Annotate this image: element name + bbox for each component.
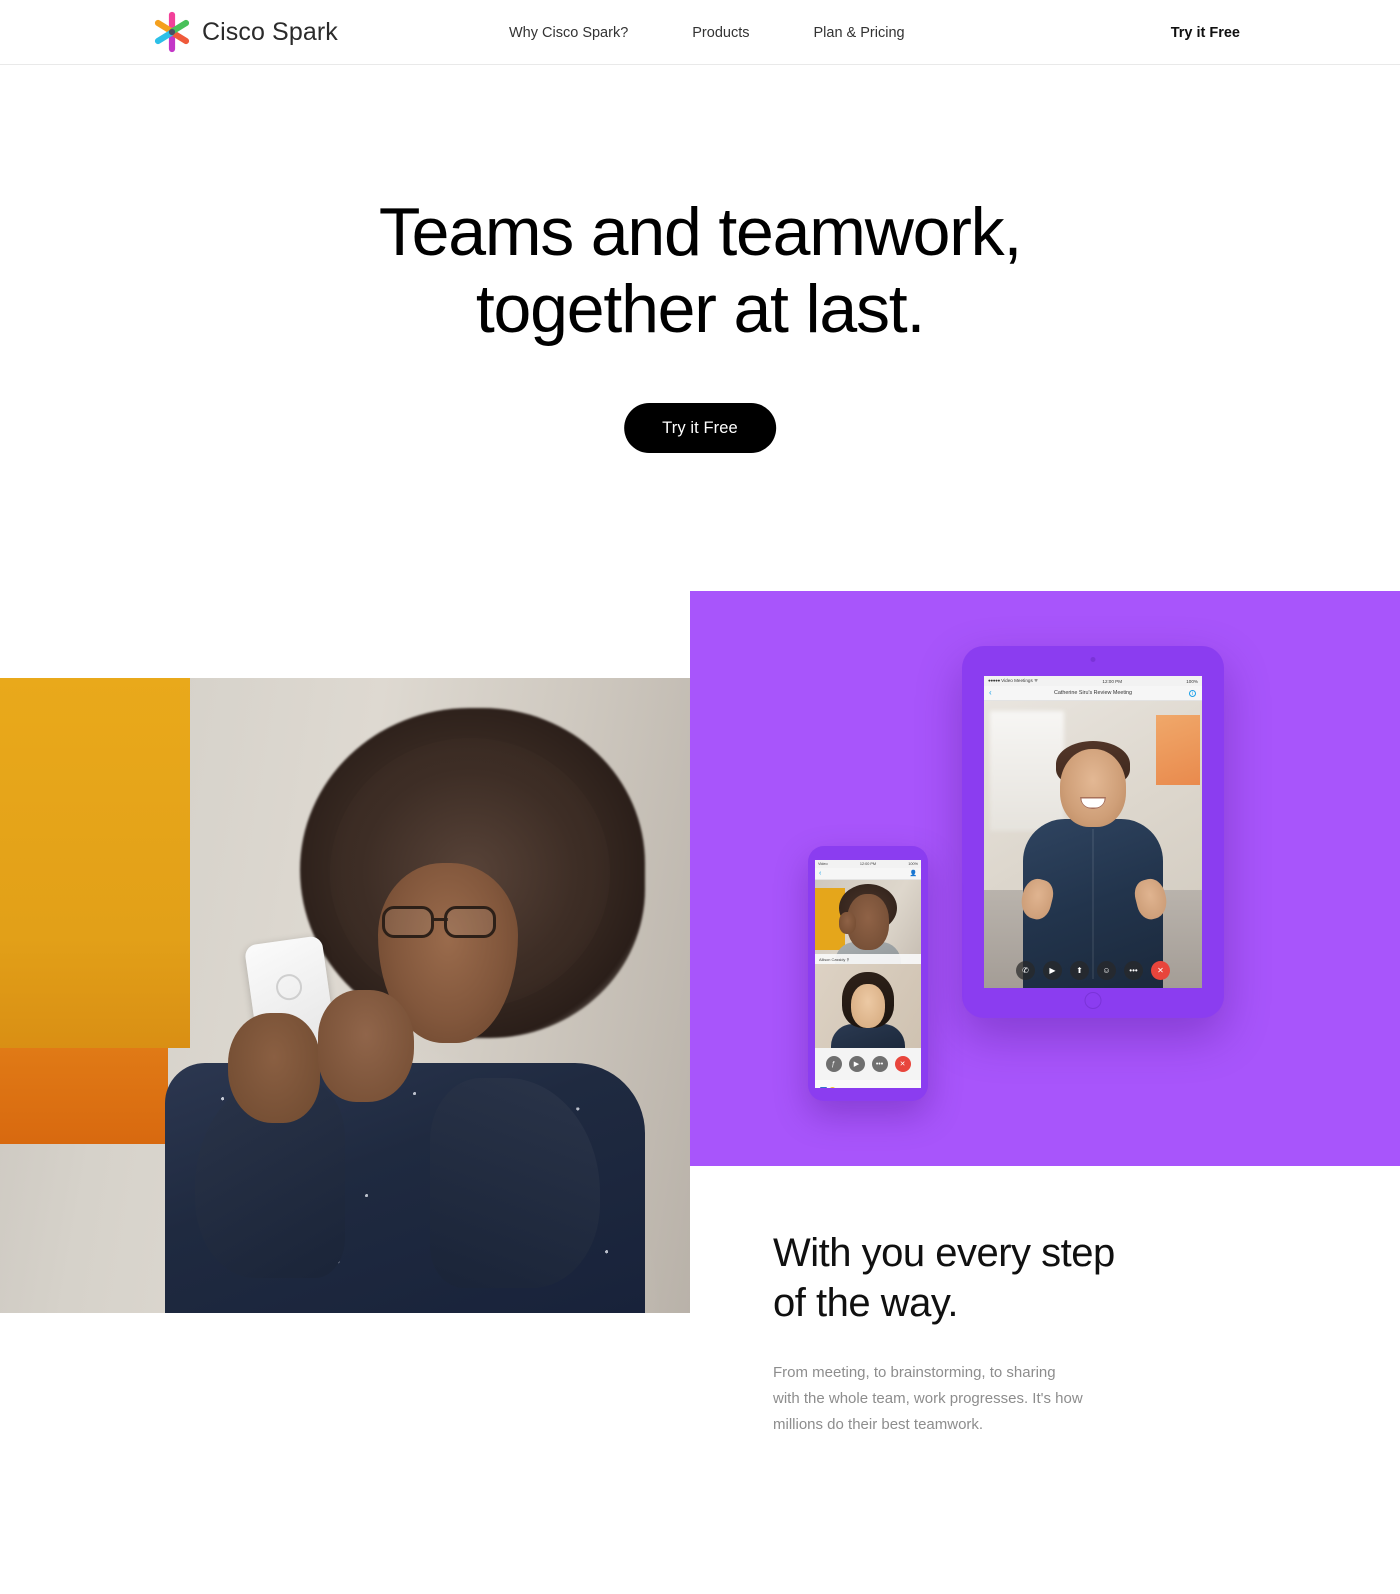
phone-navigation-bar: ‹ 👤 xyxy=(815,868,921,880)
tablet-status-bar: ●●●●● Video Meetings ᯤ 12:00 PM 100% xyxy=(984,676,1202,686)
video-background-wall-art xyxy=(1156,715,1200,785)
phone-back-chevron-left-icon[interactable]: ‹ xyxy=(819,869,821,879)
devices-purple-panel: ●●●●● Video Meetings ᯤ 12:00 PM 100% ‹ C… xyxy=(690,591,1400,1166)
hero-heading-line-2: together at last. xyxy=(475,271,926,347)
tablet-info-circle-icon[interactable]: i xyxy=(1189,689,1196,697)
tablet-video-camera-icon[interactable]: ▶ xyxy=(1043,961,1062,980)
phone-footer-app-icon-yellow xyxy=(829,1086,836,1088)
phone-footer-bar: Work with Spark and Technology xyxy=(815,1080,921,1088)
phone-participant-name: Allison Cassidy xyxy=(819,956,846,962)
page-title: Teams and teamwork, together at last. xyxy=(0,194,1400,348)
phone-status-time: 12:00 PM xyxy=(859,862,877,866)
tablet-carrier-label: Video Meetings xyxy=(1001,678,1033,683)
phone-participant-name-row: Allison Cassidy ⚲ xyxy=(815,954,921,964)
primary-navigation: Why Cisco Spark? Products Plan & Pricing xyxy=(509,0,905,65)
signal-dots-icon: ●●●●● xyxy=(988,678,1000,683)
tablet-status-left: ●●●●● Video Meetings ᯤ xyxy=(988,678,1038,684)
woman-with-phone-photo xyxy=(0,678,690,1313)
video-background-window xyxy=(990,711,1064,831)
photo-subject-right-hand xyxy=(318,990,414,1102)
wifi-icon: ᯤ xyxy=(1034,678,1039,683)
photo-subject-left-hand xyxy=(228,1013,320,1123)
brand-logo-link[interactable]: Cisco Spark xyxy=(152,11,338,53)
photo-orange-wall-panel xyxy=(0,1048,168,1144)
tablet-navigation-bar: ‹ Catherine Siru's Review Meeting i xyxy=(984,686,1202,701)
site-header: Cisco Spark Why Cisco Spark? Products Pl… xyxy=(0,0,1400,65)
phone-end-call-icon[interactable]: ✕ xyxy=(894,1056,911,1072)
tablet-screen: ●●●●● Video Meetings ᯤ 12:00 PM 100% ‹ C… xyxy=(984,676,1202,988)
header-try-it-free-link[interactable]: Try it Free xyxy=(1171,25,1240,41)
brand-name: Cisco Spark xyxy=(202,17,338,46)
video-participant-head xyxy=(1060,749,1126,827)
tablet-share-upload-icon[interactable]: ⬆ xyxy=(1070,961,1089,980)
hero-section: Teams and teamwork, together at last. Tr… xyxy=(0,65,1400,595)
phone-call-controls: ƒ ▶ ••• ✕ xyxy=(815,1048,921,1080)
phone-video-camera-icon[interactable]: ▶ xyxy=(848,1056,865,1072)
phone-status-bar: Video 12:00 PM 100% xyxy=(815,860,921,868)
tablet-mockup: ●●●●● Video Meetings ᯤ 12:00 PM 100% ‹ C… xyxy=(962,646,1224,1018)
phone-mic-icon[interactable]: ƒ xyxy=(825,1056,842,1072)
tile2-participant-face xyxy=(851,984,885,1028)
hero-heading-line-1: Teams and teamwork, xyxy=(378,194,1023,270)
feature-heading-line-1: With you every step xyxy=(773,1231,1115,1275)
phone-footer-app-icon-blue xyxy=(820,1086,827,1088)
tablet-end-call-icon[interactable]: ✕ xyxy=(1151,961,1170,980)
tablet-phone-icon[interactable]: ✆ xyxy=(1016,961,1035,980)
tablet-camera-icon xyxy=(1090,657,1096,662)
nav-item-products[interactable]: Products xyxy=(692,25,749,41)
phone-people-icon[interactable]: 👤 xyxy=(910,870,917,878)
photo-yellow-wall-panel xyxy=(0,678,190,1048)
phone-participant-tile-2 xyxy=(815,964,921,1048)
spark-asterisk-logo-icon xyxy=(152,11,192,53)
header-cta-wrap: Try it Free xyxy=(1171,0,1240,65)
tablet-home-button xyxy=(1084,992,1102,1009)
nav-item-plan-pricing[interactable]: Plan & Pricing xyxy=(814,25,905,41)
hero-try-it-free-button[interactable]: Try it Free xyxy=(624,403,776,453)
tablet-status-battery: 100% xyxy=(1186,678,1198,684)
tablet-video-feed: ✆ ▶ ⬆ ☺ ••• ✕ xyxy=(984,701,1202,988)
phone-mic-muted-icon: ⚲ xyxy=(845,956,850,962)
photo-subject-eyeglasses-icon xyxy=(382,906,510,940)
tile-participant-waving-hand xyxy=(839,912,856,934)
phone-status-battery: 100% xyxy=(908,862,918,866)
landing-page: Cisco Spark Why Cisco Spark? Products Pl… xyxy=(0,0,1400,1594)
phone-more-options-icon[interactable]: ••• xyxy=(871,1056,888,1072)
feature-body-text: From meeting, to brainstorming, to shari… xyxy=(773,1364,1083,1433)
tablet-back-chevron-left-icon[interactable]: ‹ xyxy=(989,689,992,697)
phone-carrier-label: Video xyxy=(818,862,828,866)
feature-heading: With you every step of the way. xyxy=(773,1228,1193,1328)
phone-participant-tile-1: Allison Cassidy ⚲ xyxy=(815,880,921,964)
tablet-meeting-title: Catherine Siru's Review Meeting xyxy=(1053,690,1133,696)
phone-screen: Video 12:00 PM 100% ‹ 👤 Allison Cassidy xyxy=(815,860,921,1088)
tablet-add-person-icon[interactable]: ☺ xyxy=(1097,961,1116,980)
feature-heading-line-2: of the way. xyxy=(773,1281,958,1325)
tablet-status-time: 12:00 PM xyxy=(1102,678,1123,684)
tablet-more-options-icon[interactable]: ••• xyxy=(1124,961,1143,980)
tablet-call-controls: ✆ ▶ ⬆ ☺ ••• ✕ xyxy=(984,961,1202,980)
nav-item-why-cisco-spark[interactable]: Why Cisco Spark? xyxy=(509,25,628,41)
feature-copy-section: With you every step of the way. From mee… xyxy=(773,1228,1193,1438)
phone-mockup: Video 12:00 PM 100% ‹ 👤 Allison Cassidy xyxy=(808,846,928,1101)
